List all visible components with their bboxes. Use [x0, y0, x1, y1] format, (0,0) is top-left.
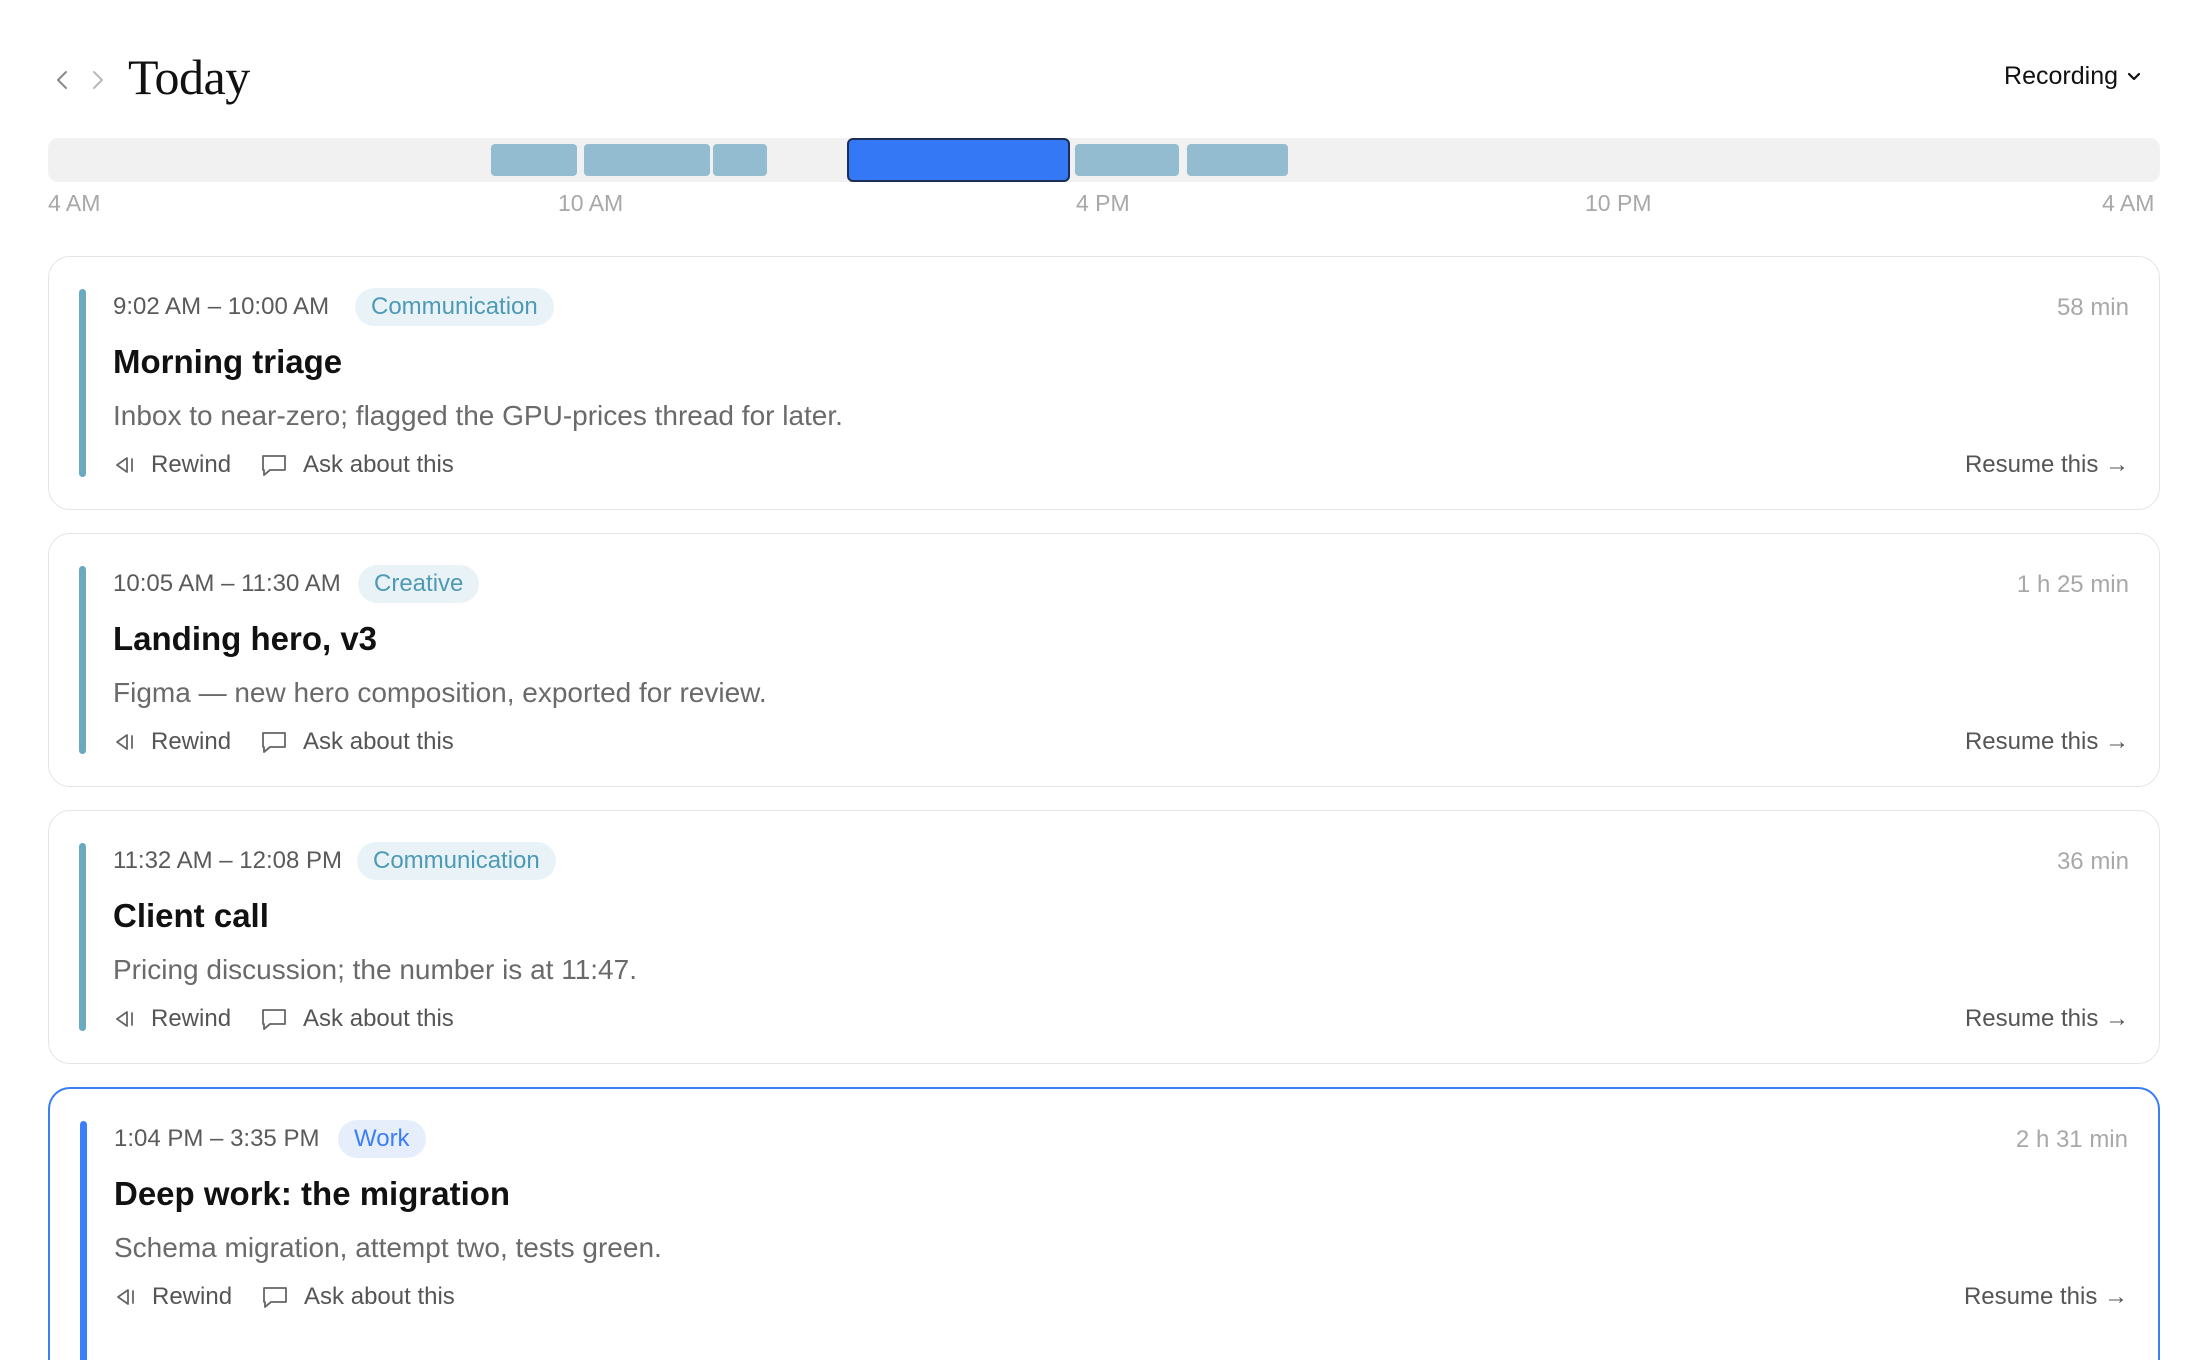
ask-label: Ask about this	[303, 451, 454, 478]
page-title: Today	[128, 49, 250, 105]
timeline-segment[interactable]	[491, 144, 577, 176]
card-actions: Rewind Ask about this	[113, 451, 482, 479]
chat-bubble-icon	[262, 732, 286, 753]
category-bar	[80, 1121, 87, 1360]
rewind-label: Rewind	[152, 1283, 233, 1310]
chevron-down-icon	[2127, 72, 2141, 80]
category-tag: Communication	[357, 842, 556, 880]
ask-label: Ask about this	[303, 728, 454, 755]
duration: 58 min	[2056, 294, 2129, 321]
today-view: Today Recording 4 AM 10 AM 4 PM 10 PM 4 …	[0, 0, 2200, 1360]
category-bar	[79, 289, 86, 477]
card-actions: Rewind Ask about this	[113, 1005, 482, 1033]
time-range: 11:32 AM – 12:08 PM	[113, 847, 343, 874]
timeline-segment[interactable]	[713, 144, 767, 176]
category-tag: Work	[338, 1120, 426, 1158]
header: Today Recording	[48, 44, 2152, 114]
activity-description: Pricing discussion; the number is at 11:…	[113, 954, 637, 985]
rewind-button[interactable]: Rewind	[114, 1283, 232, 1311]
category-tag: Creative	[358, 565, 480, 603]
duration: 2 h 31 min	[2015, 1126, 2128, 1153]
resume-link[interactable]: Resume this →	[1965, 728, 2129, 756]
activity-description: Figma — new hero composition, exported f…	[113, 677, 767, 708]
ask-label: Ask about this	[303, 1005, 454, 1032]
rewind-icon	[116, 457, 133, 473]
activity-description: Schema migration, attempt two, tests gre…	[114, 1232, 662, 1263]
chevron-right-icon	[93, 71, 103, 89]
activity-title: Morning triage	[113, 343, 343, 380]
time-range: 10:05 AM – 11:30 AM	[113, 570, 341, 597]
activity-title: Landing hero, v3	[113, 620, 378, 657]
recording-label: Recording	[2004, 62, 2118, 90]
card-actions: Rewind Ask about this	[114, 1283, 483, 1311]
duration: 36 min	[2056, 848, 2129, 875]
duration: 1 h 25 min	[2016, 571, 2129, 598]
timeline-segment[interactable]	[584, 144, 710, 176]
rewind-label: Rewind	[151, 728, 232, 755]
rewind-button[interactable]: Rewind	[113, 728, 231, 756]
rewind-icon	[117, 1289, 134, 1305]
timeline-tick-label: 10 PM	[1585, 190, 1652, 216]
rewind-button[interactable]: Rewind	[113, 451, 231, 479]
ask-button[interactable]: Ask about this	[259, 728, 454, 756]
ask-button[interactable]: Ask about this	[259, 1005, 454, 1033]
rewind-button[interactable]: Rewind	[113, 1005, 231, 1033]
timeline-tick-label: 10 AM	[558, 190, 624, 216]
timeline-segment-selected[interactable]	[847, 138, 1070, 182]
next-day-button[interactable]	[84, 66, 112, 94]
chat-bubble-icon	[263, 1287, 287, 1308]
timeline-tick-label: 4 PM	[1076, 190, 1130, 216]
ask-button[interactable]: Ask about this	[259, 451, 454, 479]
activity-card[interactable]: 10:05 AM – 11:30 AM Creative 1 h 25 min …	[48, 533, 2160, 787]
rewind-label: Rewind	[151, 451, 232, 478]
category-bar	[79, 843, 86, 1031]
timeline-segment[interactable]	[1075, 144, 1179, 176]
chat-bubble-icon	[262, 455, 286, 476]
timeline-segment[interactable]	[1187, 144, 1288, 176]
category-tag: Communication	[355, 288, 554, 326]
previous-day-button[interactable]	[48, 66, 76, 94]
day-timeline[interactable]	[48, 138, 2160, 182]
resume-link[interactable]: Resume this →	[1964, 1283, 2128, 1311]
card-actions: Rewind Ask about this	[113, 728, 482, 756]
chevron-left-icon	[57, 71, 67, 89]
activity-card[interactable]: 11:32 AM – 12:08 PM Communication 36 min…	[48, 810, 2160, 1064]
timeline-tick-label: 4 AM	[48, 190, 101, 216]
ask-label: Ask about this	[304, 1283, 455, 1310]
recording-dropdown[interactable]: Recording	[2004, 62, 2142, 91]
rewind-label: Rewind	[151, 1005, 232, 1032]
resume-link[interactable]: Resume this →	[1965, 451, 2129, 479]
ask-button[interactable]: Ask about this	[260, 1283, 455, 1311]
activity-description: Inbox to near-zero; flagged the GPU-pric…	[113, 400, 843, 431]
timeline-tick-label: 4 AM	[2102, 190, 2155, 216]
category-bar	[79, 566, 86, 754]
activity-card-selected[interactable]: 1:04 PM – 3:35 PM Work 2 h 31 min Deep w…	[48, 1087, 2160, 1360]
time-range: 1:04 PM – 3:35 PM	[114, 1125, 320, 1152]
activity-title: Client call	[113, 897, 269, 934]
rewind-icon	[116, 734, 133, 750]
chat-bubble-icon	[262, 1009, 286, 1030]
activity-title: Deep work: the migration	[114, 1175, 511, 1212]
rewind-icon	[116, 1011, 133, 1027]
time-range: 9:02 AM – 10:00 AM	[113, 293, 330, 320]
resume-link[interactable]: Resume this →	[1965, 1005, 2129, 1033]
activity-card[interactable]: 9:02 AM – 10:00 AM Communication 58 min …	[48, 256, 2160, 510]
